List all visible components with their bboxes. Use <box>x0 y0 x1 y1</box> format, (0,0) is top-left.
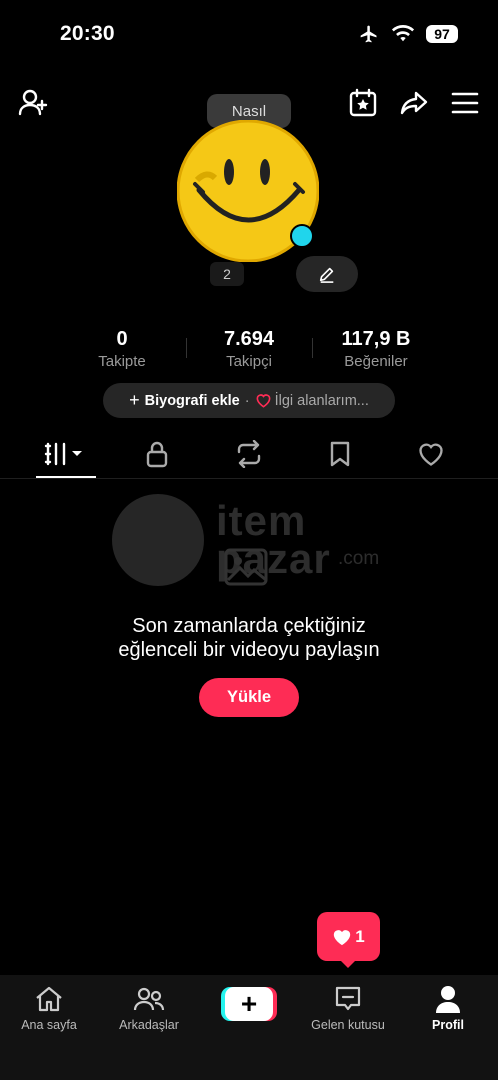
battery-indicator: 97 <box>426 25 458 43</box>
nav-profile-label: Profil <box>432 1018 464 1032</box>
nav-home-label: Ana sayfa <box>21 1018 77 1032</box>
bio-separator: · <box>244 392 250 409</box>
nav-friends-label: Arkadaşlar <box>119 1018 179 1032</box>
tab-videos[interactable] <box>36 436 96 472</box>
add-friend-icon[interactable] <box>15 85 51 121</box>
wifi-icon <box>392 25 414 42</box>
status-time: 20:30 <box>60 22 115 45</box>
create-button[interactable]: + <box>221 987 277 1021</box>
stat-likes[interactable]: 117,9 B Beğeniler <box>316 328 436 370</box>
stat-divider <box>312 338 313 358</box>
plus-icon: + <box>129 390 140 410</box>
profile-icon <box>436 986 460 1013</box>
nav-friends[interactable]: Arkadaşlar <box>100 982 198 1032</box>
bio-pill[interactable]: + Biyografi ekle · İlgi alanlarım... <box>103 383 395 418</box>
repost-icon <box>237 440 261 468</box>
tab-divider <box>0 478 498 479</box>
empty-state-line2: eğlenceli bir videoyu paylaşın <box>118 639 380 661</box>
home-icon <box>36 986 62 1012</box>
stat-followers[interactable]: 7.694 Takipçi <box>189 328 309 370</box>
stat-following-value: 0 <box>116 328 128 350</box>
watermark-suffix: .com <box>338 548 380 569</box>
stat-likes-label: Beğeniler <box>344 353 408 370</box>
stat-following-label: Takipte <box>98 353 146 370</box>
interests-label[interactable]: İlgi alanlarım... <box>275 393 369 409</box>
photo-placeholder-icon <box>222 542 276 597</box>
status-icons: 97 <box>358 24 458 44</box>
nav-profile[interactable]: Profil <box>399 982 497 1032</box>
lock-icon <box>146 441 168 468</box>
empty-state-message: Son zamanlarda çektiğiniz eğlenceli bir … <box>0 614 498 662</box>
tab-favorites[interactable] <box>310 436 370 472</box>
stat-divider <box>186 338 187 358</box>
nav-home[interactable]: Ana sayfa <box>0 982 98 1032</box>
empty-state-line1: Son zamanlarda çektiğiniz <box>132 615 366 637</box>
stat-following[interactable]: 0 Takipte <box>62 328 182 370</box>
add-avatar-badge[interactable] <box>290 224 314 248</box>
grid-icon <box>44 442 82 466</box>
calendar-star-icon[interactable] <box>345 85 381 121</box>
stat-likes-value: 117,9 B <box>341 328 411 350</box>
pencil-icon <box>319 267 334 283</box>
airplane-icon <box>360 25 377 43</box>
nav-inbox-label: Gelen kutusu <box>311 1018 385 1032</box>
menu-icon[interactable] <box>447 85 483 121</box>
tab-reposts[interactable] <box>219 436 279 472</box>
heart-icon <box>419 443 443 466</box>
nav-inbox[interactable]: Gelen kutusu <box>299 982 397 1032</box>
upload-button[interactable]: Yükle <box>199 678 299 717</box>
heart-filled-icon <box>334 929 351 945</box>
add-bio-label[interactable]: Biyografi ekle <box>145 393 240 409</box>
share-icon[interactable] <box>396 85 432 121</box>
username-hint: 2 <box>210 262 244 286</box>
notification-count: 1 <box>355 926 365 946</box>
stat-followers-label: Takipçi <box>226 353 272 370</box>
bookmark-icon <box>330 441 350 467</box>
inbox-icon <box>335 986 361 1011</box>
plus-icon: + <box>225 987 273 1021</box>
heart-outline-icon <box>256 394 271 408</box>
edit-profile-button[interactable] <box>296 256 358 292</box>
likes-notification[interactable]: 1 <box>317 912 380 961</box>
stat-followers-value: 7.694 <box>223 328 275 350</box>
notification-pointer <box>338 958 358 968</box>
watermark-logo <box>112 494 204 586</box>
tab-private[interactable] <box>127 436 187 472</box>
tab-liked[interactable] <box>401 436 461 472</box>
friends-icon <box>133 987 165 1011</box>
